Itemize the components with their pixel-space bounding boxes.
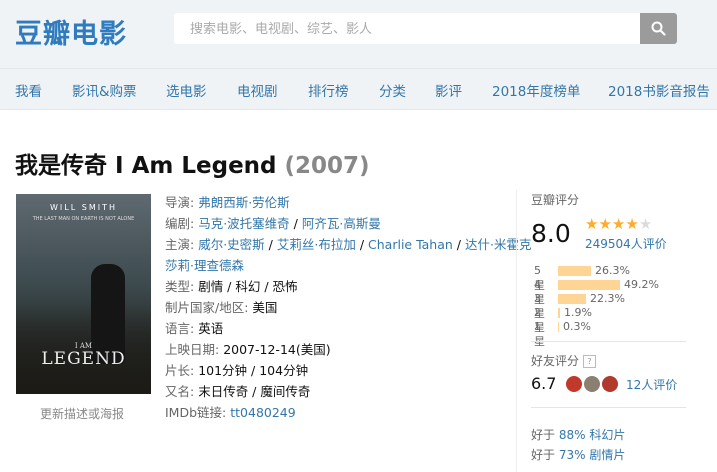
help-icon[interactable]: ? [583, 355, 597, 368]
star-icon: ★ [585, 215, 599, 233]
rating-score: 8.0 [531, 219, 571, 248]
info-release: 上映日期: 2007-12-14(美国) [165, 339, 331, 360]
aka-label: 又名: [165, 384, 195, 399]
better-than-row: 好于 88% 科幻片 [531, 426, 625, 443]
friend-avatar[interactable] [566, 376, 582, 392]
poster-star-text: WILL SMITH [50, 203, 117, 212]
release-label: 上映日期: [165, 342, 220, 357]
rating-separator [516, 190, 517, 472]
douban-movie-logo[interactable]: 豆瓣电影 [15, 12, 127, 51]
cast-link-2[interactable]: 艾莉丝·布拉加 [277, 237, 356, 252]
friends-rating-heading: 好友评分? [531, 352, 597, 369]
cast-link-3[interactable]: Charlie Tahan [368, 237, 453, 252]
friends-votes-link[interactable]: 12人评价 [626, 376, 677, 393]
nav-item-reviews[interactable]: 影评 [435, 80, 462, 100]
rating-bar [558, 280, 620, 290]
country-value: 美国 [252, 300, 278, 315]
info-imdb: IMDb链接: tt0480249 [165, 402, 296, 423]
director-label: 导演: [165, 195, 195, 210]
rating-bar [558, 322, 559, 332]
rating-stars: ★★★★★ [585, 215, 652, 233]
nav-item-explore[interactable]: 选电影 [166, 80, 207, 100]
info-director: 导演: 弗朗西斯·劳伦斯 [165, 192, 290, 213]
director-link[interactable]: 弗朗西斯·劳伦斯 [198, 195, 289, 210]
genre-value: 剧情 / 科幻 / 恐怖 [198, 279, 298, 294]
star-icon: ★ [638, 215, 653, 233]
runtime-value: 101分钟 / 104分钟 [198, 363, 309, 378]
rating-bar-percent: 1.9% [564, 306, 592, 319]
cast-link-5[interactable]: 莎莉·理查德森 [165, 258, 244, 273]
nav-item-mine[interactable]: 我看 [15, 80, 42, 100]
star-icon: ★ [625, 215, 639, 233]
nav-item-annual-report[interactable]: 2018书影音报告 [608, 80, 710, 100]
release-value: 2007-12-14(美国) [223, 342, 331, 357]
cast-link-4[interactable]: 达什·米霍克 [465, 237, 531, 252]
rating-votes-link[interactable]: 249504人评价 [585, 235, 667, 252]
writer-link-2[interactable]: 阿齐瓦·高斯曼 [302, 216, 381, 231]
imdb-link[interactable]: tt0480249 [230, 405, 295, 420]
rating-bar-percent: 49.2% [624, 278, 659, 291]
friend-avatar[interactable] [602, 376, 618, 392]
cast-link-1[interactable]: 威尔·史密斯 [198, 237, 264, 252]
update-poster-link[interactable]: 更新描述或海报 [40, 405, 124, 422]
nav-item-tv[interactable]: 电视剧 [237, 80, 278, 100]
friends-heading-text: 好友评分 [531, 354, 580, 368]
poster-tagline: THE LAST MAN ON EARTH IS NOT ALONE [32, 216, 135, 222]
info-writer: 编剧: 马克·波托塞维奇 / 阿齐瓦·高斯曼 [165, 216, 381, 231]
info-country: 制片国家/地区: 美国 [165, 297, 277, 318]
runtime-label: 片长: [165, 363, 195, 378]
country-label: 制片国家/地区: [165, 300, 249, 315]
star-icon: ★ [598, 215, 612, 233]
nav-item-tags[interactable]: 分类 [379, 80, 406, 100]
friends-score: 6.7 [531, 374, 557, 393]
rating-bar-label: 1星 [534, 320, 545, 348]
divider-2 [531, 407, 686, 408]
better-than-row: 好于 73% 剧情片 [531, 446, 625, 463]
language-value: 英语 [198, 321, 224, 336]
rating-bar [558, 308, 560, 318]
info-aka: 又名: 末日传奇 / 魔间传奇 [165, 381, 310, 402]
nav-item-annual-list[interactable]: 2018年度榜单 [492, 80, 580, 100]
site-header: 豆瓣电影 [0, 0, 717, 68]
better-than-prefix: 好于 [531, 428, 556, 442]
info-genre: 类型: 剧情 / 科幻 / 恐怖 [165, 276, 298, 297]
imdb-label: IMDb链接: [165, 405, 227, 420]
page-title: 我是传奇 I Am Legend (2007) [15, 146, 370, 180]
star-icon: ★ [611, 215, 626, 233]
rating-bar-percent: 0.3% [563, 320, 591, 333]
better-than-pct[interactable]: 88% [559, 428, 586, 442]
divider-1 [531, 341, 686, 342]
rating-bar-percent: 22.3% [590, 292, 625, 305]
better-than-genre[interactable]: 科幻片 [589, 428, 625, 442]
rating-bar [558, 294, 586, 304]
language-label: 语言: [165, 321, 195, 336]
better-than-genre[interactable]: 剧情片 [589, 448, 625, 462]
rating-heading: 豆瓣评分 [531, 193, 580, 207]
nav-item-chart[interactable]: 排行榜 [308, 80, 349, 100]
info-language: 语言: 英语 [165, 318, 223, 339]
info-cast: 主演: 威尔·史密斯 / 艾莉丝·布拉加 / Charlie Tahan / 达… [165, 237, 532, 252]
better-than-prefix: 好于 [531, 448, 556, 462]
search-button[interactable] [640, 13, 677, 44]
aka-value: 末日传奇 / 魔间传奇 [198, 384, 311, 399]
movie-year: (2007) [284, 153, 370, 179]
info-runtime: 片长: 101分钟 / 104分钟 [165, 360, 308, 381]
info-cast-cont: 莎莉·理查德森 [165, 255, 244, 276]
search-input[interactable] [188, 14, 632, 45]
cast-label: 主演: [165, 237, 195, 252]
rating-bar-percent: 26.3% [595, 264, 630, 277]
movie-poster[interactable]: WILL SMITH THE LAST MAN ON EARTH IS NOT … [16, 194, 151, 394]
genre-label: 类型: [165, 279, 195, 294]
writer-label: 编剧: [165, 216, 195, 231]
poster-legend-text: LEGEND [41, 349, 126, 369]
nav-item-tickets[interactable]: 影讯&购票 [72, 80, 137, 100]
writer-link-1[interactable]: 马克·波托塞维奇 [198, 216, 289, 231]
better-than-pct[interactable]: 73% [559, 448, 586, 462]
friend-avatar[interactable] [584, 376, 600, 392]
main-nav: 我看 影讯&购票 选电影 电视剧 排行榜 分类 影评 2018年度榜单 2018… [0, 68, 717, 110]
movie-title: 我是传奇 I Am Legend [15, 153, 277, 179]
rating-bar [558, 266, 591, 276]
search-box [174, 13, 640, 45]
search-icon [651, 21, 666, 36]
